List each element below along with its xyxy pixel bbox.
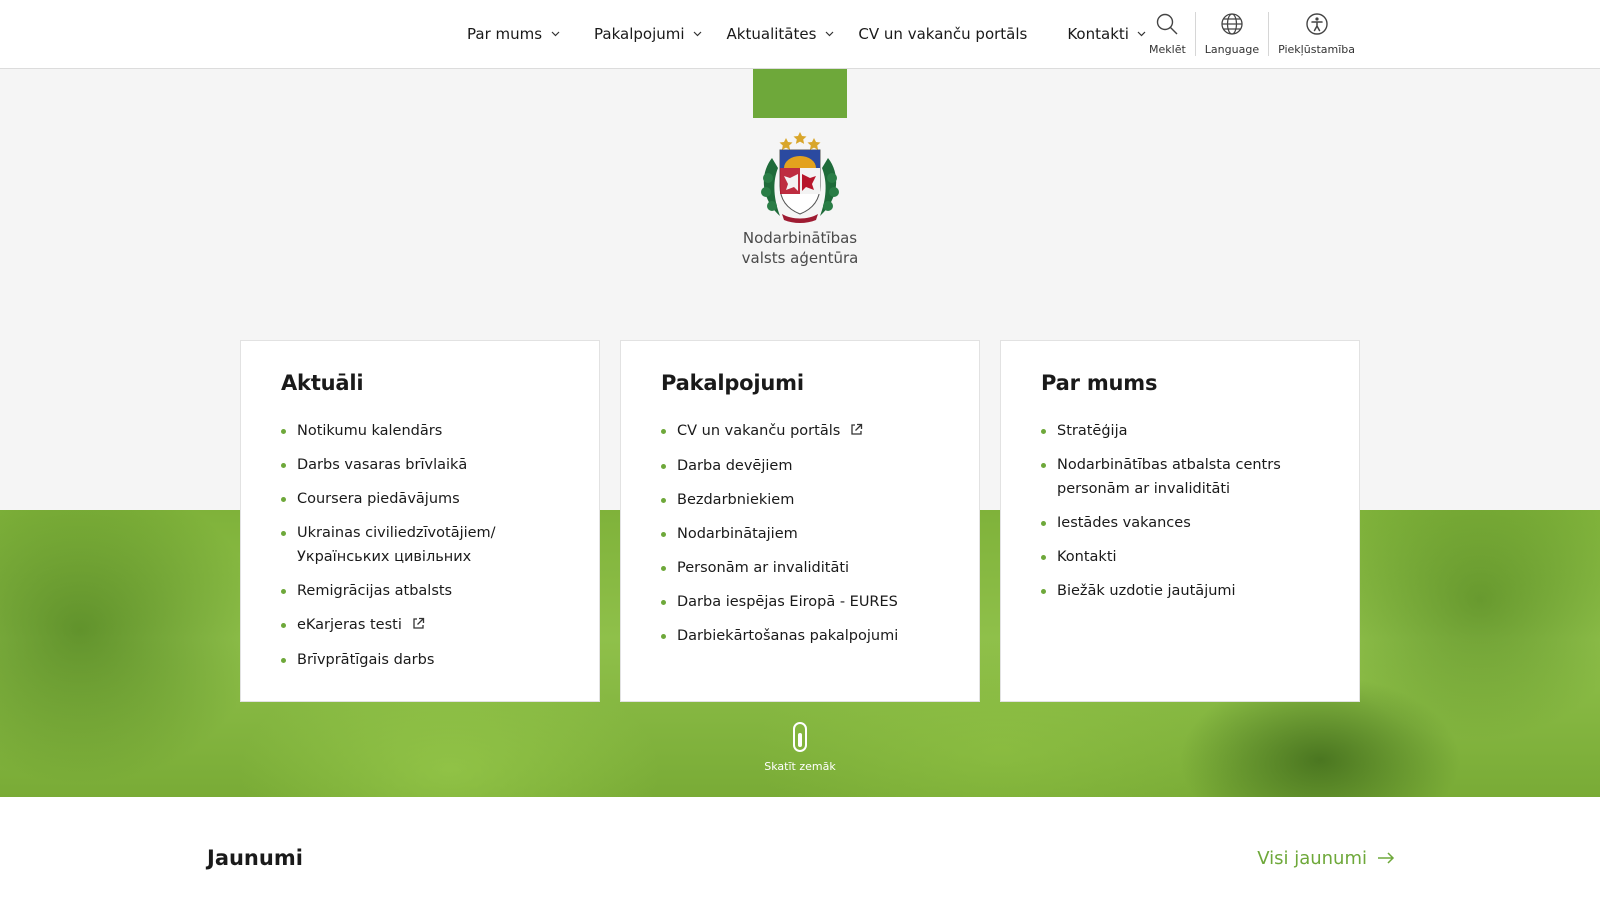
- list-item-label: Bezdarbniekiem: [677, 492, 795, 508]
- list-item-label: Notikumu kalendārs: [297, 423, 443, 439]
- nav-item-kontakti[interactable]: Kontakti: [1067, 25, 1147, 43]
- external-link-icon: [850, 420, 863, 444]
- external-link-icon: [412, 614, 425, 638]
- card-link-list: Notikumu kalendārs Darbs vasaras brīvlai…: [281, 419, 569, 672]
- list-item-label: Ukrainas civiliedzīvotājiem/ Українських…: [297, 525, 496, 565]
- accessibility-button[interactable]: Piekļūstamība: [1268, 12, 1364, 56]
- list-item-label: Nodarbinātajiem: [677, 526, 798, 542]
- list-item-label: Darbs vasaras brīvlaikā: [297, 457, 468, 473]
- list-item[interactable]: Nodarbinātības atbalsta centrs personām …: [1041, 453, 1329, 501]
- list-item-label: Darba devējiem: [677, 458, 793, 474]
- coat-of-arms-emblem: [700, 128, 900, 224]
- nav-item-label: CV un vakanču portāls: [858, 25, 1028, 43]
- home-logo-link[interactable]: Nodarbinātības valsts aģentūra: [700, 128, 900, 278]
- list-item[interactable]: Darbs vasaras brīvlaikā: [281, 453, 569, 477]
- card-par-mums: Par mums Stratēģija Nodarbinātības atbal…: [1000, 340, 1360, 702]
- list-item-label: CV un vakanču portāls: [677, 423, 841, 439]
- header-tools: Meklēt Language Piekļūstamība: [1140, 12, 1364, 56]
- list-item-label: Coursera piedāvājums: [297, 491, 460, 507]
- list-item[interactable]: Stratēģija: [1041, 419, 1329, 443]
- card-link-list: Stratēģija Nodarbinātības atbalsta centr…: [1041, 419, 1329, 603]
- search-icon: [1155, 12, 1179, 36]
- card-link-list: CV un vakanču portāls Darba devējiem Bez…: [661, 419, 949, 648]
- mouse-scroll-icon: [793, 722, 807, 752]
- logo-text-line-1: Nodarbinātības: [742, 229, 858, 247]
- logo-text: Nodarbinātības valsts aģentūra: [700, 228, 900, 268]
- arrow-right-icon: [1367, 848, 1395, 869]
- list-item[interactable]: Personām ar invaliditāti: [661, 556, 949, 580]
- list-item-label: eKarjeras testi: [297, 617, 402, 633]
- nav-item-aktualitates[interactable]: Aktualitātes: [727, 25, 835, 43]
- accessibility-label: Piekļūstamība: [1278, 43, 1355, 56]
- chevron-down-icon: [693, 29, 703, 39]
- card-title: Pakalpojumi: [661, 371, 804, 395]
- list-item[interactable]: Darba iespējas Eiropā - EURES: [661, 590, 949, 614]
- nav-item-cv-portals[interactable]: CV un vakanču portāls: [858, 25, 1027, 43]
- card-pakalpojumi: Pakalpojumi CV un vakanču portāls Darba …: [620, 340, 980, 702]
- list-item[interactable]: Darbiekārtošanas pakalpojumi: [661, 624, 949, 648]
- list-item-label: Kontakti: [1057, 549, 1117, 565]
- list-item[interactable]: Coursera piedāvājums: [281, 487, 569, 511]
- accessibility-icon: [1305, 12, 1329, 36]
- language-label: Language: [1204, 43, 1260, 56]
- all-news-label: Visi jaunumi: [1257, 848, 1367, 869]
- scroll-down-label: Skatīt zemāk: [764, 760, 836, 773]
- scroll-down-button[interactable]: Skatīt zemāk: [740, 722, 860, 773]
- list-item[interactable]: CV un vakanču portāls: [661, 419, 949, 444]
- card-title: Par mums: [1041, 371, 1158, 395]
- nav-item-par-mums[interactable]: Par mums: [467, 25, 560, 43]
- list-item[interactable]: Bezdarbniekiem: [661, 488, 949, 512]
- list-item-label: Nodarbinātības atbalsta centrs personām …: [1057, 457, 1281, 497]
- card-aktuali: Aktuāli Notikumu kalendārs Darbs vasaras…: [240, 340, 600, 702]
- list-item[interactable]: Remigrācijas atbalsts: [281, 579, 569, 603]
- nav-item-label: Pakalpojumi: [594, 25, 685, 43]
- nav-item-label: Kontakti: [1067, 25, 1129, 43]
- chevron-down-icon: [550, 29, 560, 39]
- list-item[interactable]: Darba devējiem: [661, 454, 949, 478]
- accent-tab: [753, 69, 847, 118]
- nav-item-label: Par mums: [467, 25, 543, 43]
- list-item[interactable]: Biežāk uzdotie jautājumi: [1041, 579, 1329, 603]
- list-item-label: Stratēģija: [1057, 423, 1128, 439]
- site-header: Par mums Pakalpojumi Aktualitātes CV un …: [0, 0, 1600, 69]
- card-title: Aktuāli: [281, 371, 364, 395]
- list-item-label: Remigrācijas atbalsts: [297, 583, 453, 599]
- all-news-link[interactable]: Visi jaunumi: [1257, 848, 1395, 869]
- list-item[interactable]: Ukrainas civiliedzīvotājiem/ Українських…: [281, 521, 569, 569]
- nav-item-pakalpojumi[interactable]: Pakalpojumi: [594, 25, 703, 43]
- list-item-label: Iestādes vakances: [1057, 515, 1191, 531]
- search-button[interactable]: Meklēt: [1140, 12, 1195, 56]
- list-item-label: Brīvprātīgais darbs: [297, 652, 435, 668]
- list-item-label: Darbiekārtošanas pakalpojumi: [677, 628, 899, 644]
- list-item[interactable]: Iestādes vakances: [1041, 511, 1329, 535]
- list-item-label: Darba iespējas Eiropā - EURES: [677, 594, 898, 610]
- nav-item-label: Aktualitātes: [726, 25, 817, 43]
- list-item-label: Personām ar invaliditāti: [677, 560, 850, 576]
- language-button[interactable]: Language: [1194, 12, 1268, 56]
- list-item[interactable]: eKarjeras testi: [281, 613, 569, 638]
- main-nav: Par mums Pakalpojumi Aktualitātes CV un …: [467, 0, 1147, 68]
- search-label: Meklēt: [1149, 43, 1186, 56]
- chevron-down-icon: [824, 29, 834, 39]
- globe-icon: [1220, 12, 1244, 36]
- list-item[interactable]: Brīvprātīgais darbs: [281, 648, 569, 672]
- logo-text-line-2: valsts aģentūra: [741, 249, 859, 267]
- list-item[interactable]: Nodarbinātajiem: [661, 522, 949, 546]
- list-item[interactable]: Notikumu kalendārs: [281, 419, 569, 443]
- list-item-label: Biežāk uzdotie jautājumi: [1057, 583, 1236, 599]
- list-item[interactable]: Kontakti: [1041, 545, 1329, 569]
- news-section-title: Jaunumi: [207, 846, 303, 870]
